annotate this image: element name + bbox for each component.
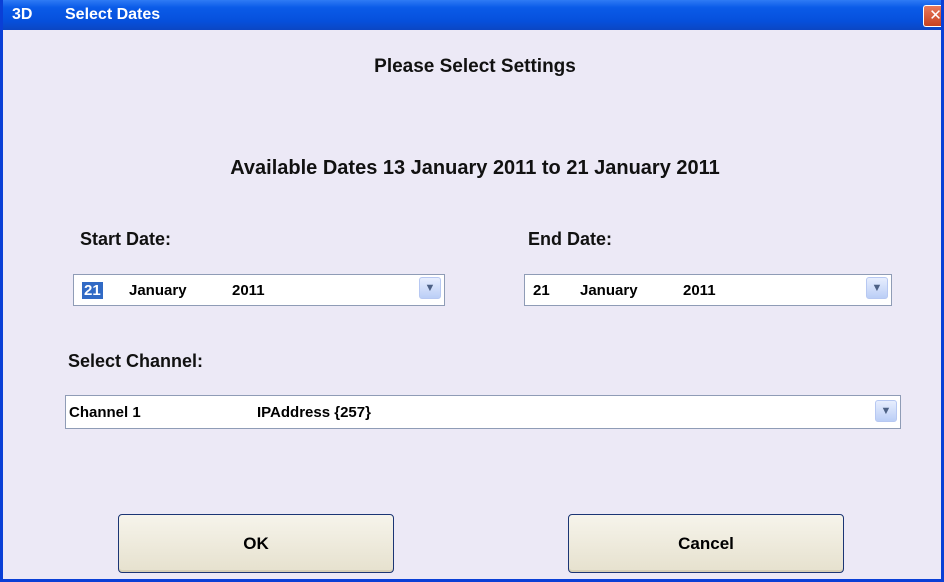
close-icon: ✕ <box>929 7 942 24</box>
end-date-label: End Date: <box>528 229 613 249</box>
app-icon: 3D <box>12 6 33 23</box>
ok-button[interactable]: OK <box>118 514 394 573</box>
title-bar[interactable]: 3D Select Dates ✕ <box>3 0 942 30</box>
channel-address: IPAddress {257} <box>257 404 371 421</box>
cancel-button[interactable]: Cancel <box>568 514 844 573</box>
start-date-day[interactable]: 21 <box>82 282 103 299</box>
start-date-picker[interactable]: 21 January 2011 ▼ <box>73 274 445 306</box>
settings-heading: Please Select Settings <box>374 56 576 77</box>
start-date-year[interactable]: 2011 <box>232 282 265 299</box>
start-date-label: Start Date: <box>80 229 172 249</box>
select-channel-label: Select Channel: <box>68 351 204 371</box>
end-date-day[interactable]: 21 <box>533 282 550 299</box>
chevron-down-icon: ▼ <box>424 282 436 294</box>
start-date-dropdown-button[interactable]: ▼ <box>419 277 441 299</box>
select-dates-dialog: 3D Select Dates ✕ Please Select Settings… <box>0 0 944 582</box>
end-date-picker[interactable]: 21 January 2011 ▼ <box>524 274 892 306</box>
channel-select[interactable]: Channel 1 IPAddress {257} ▼ <box>65 395 901 429</box>
window-title: Select Dates <box>65 6 161 23</box>
start-date-month[interactable]: January <box>129 282 187 299</box>
end-date-month[interactable]: January <box>580 282 638 299</box>
channel-name: Channel 1 <box>69 404 141 421</box>
close-button[interactable]: ✕ <box>923 5 942 27</box>
available-dates-text: Available Dates 13 January 2011 to 21 Ja… <box>230 157 720 179</box>
channel-dropdown-button[interactable]: ▼ <box>875 400 897 422</box>
end-date-dropdown-button[interactable]: ▼ <box>866 277 888 299</box>
chevron-down-icon: ▼ <box>871 282 883 294</box>
chevron-down-icon: ▼ <box>880 405 892 417</box>
end-date-year[interactable]: 2011 <box>683 282 716 299</box>
